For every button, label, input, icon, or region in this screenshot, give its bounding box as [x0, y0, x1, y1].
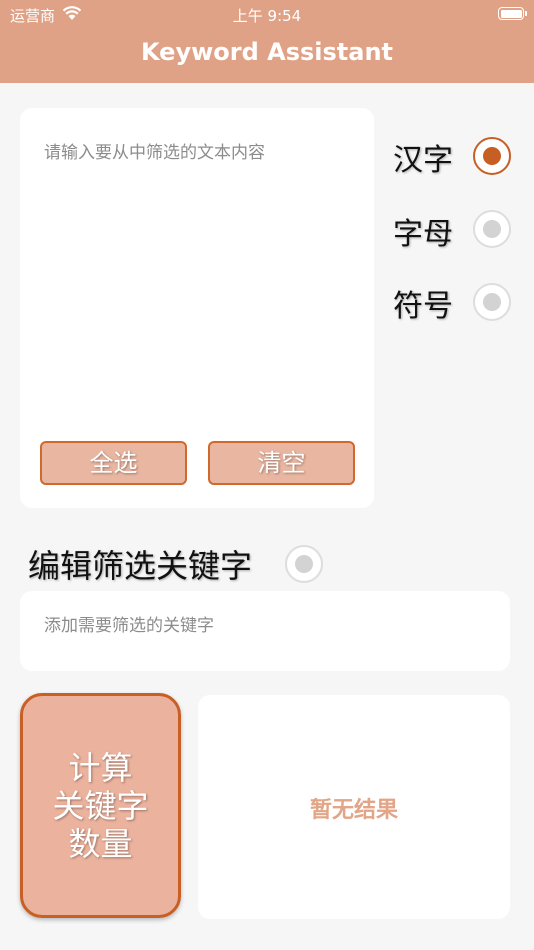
radio-letters[interactable] [473, 210, 511, 248]
keyword-input-placeholder: 添加需要筛选的关键字 [44, 616, 214, 636]
clear-button[interactable]: 清空 [208, 441, 355, 485]
radio-dot [295, 555, 313, 573]
radio-hanzi[interactable] [473, 137, 511, 175]
result-panel: 暂无结果 [198, 695, 510, 919]
battery-icon [498, 7, 527, 20]
page-title: Keyword Assistant [140, 38, 393, 66]
text-input-area[interactable]: 请输入要从中筛选的文本内容 全选 清空 [20, 108, 374, 508]
text-input-placeholder: 请输入要从中筛选的文本内容 [44, 143, 265, 163]
status-bar: 运营商 上午 9:54 [0, 0, 534, 28]
result-text: 暂无结果 [309, 798, 398, 823]
calculate-keyword-count-button[interactable]: 计算 关键字 数量 [20, 693, 181, 918]
option-label-letters: 字母 [393, 217, 453, 252]
option-label-hanzi: 汉字 [393, 143, 453, 178]
keyword-section-title: 编辑筛选关键字 [28, 547, 253, 585]
navigation-bar: 运营商 上午 9:54 Keyword Assistant [0, 0, 534, 83]
status-time: 上午 9:54 [232, 7, 302, 25]
radio-dot [483, 220, 501, 238]
calculate-button-label: 计算 关键字 数量 [52, 748, 149, 863]
radio-keyword-edit[interactable] [285, 545, 323, 583]
keyword-input-field[interactable]: 添加需要筛选的关键字 [20, 591, 510, 671]
radio-dot [483, 147, 501, 165]
select-all-button[interactable]: 全选 [40, 441, 187, 485]
radio-dot [483, 293, 501, 311]
radio-symbols[interactable] [473, 283, 511, 321]
option-label-symbols: 符号 [393, 289, 453, 324]
